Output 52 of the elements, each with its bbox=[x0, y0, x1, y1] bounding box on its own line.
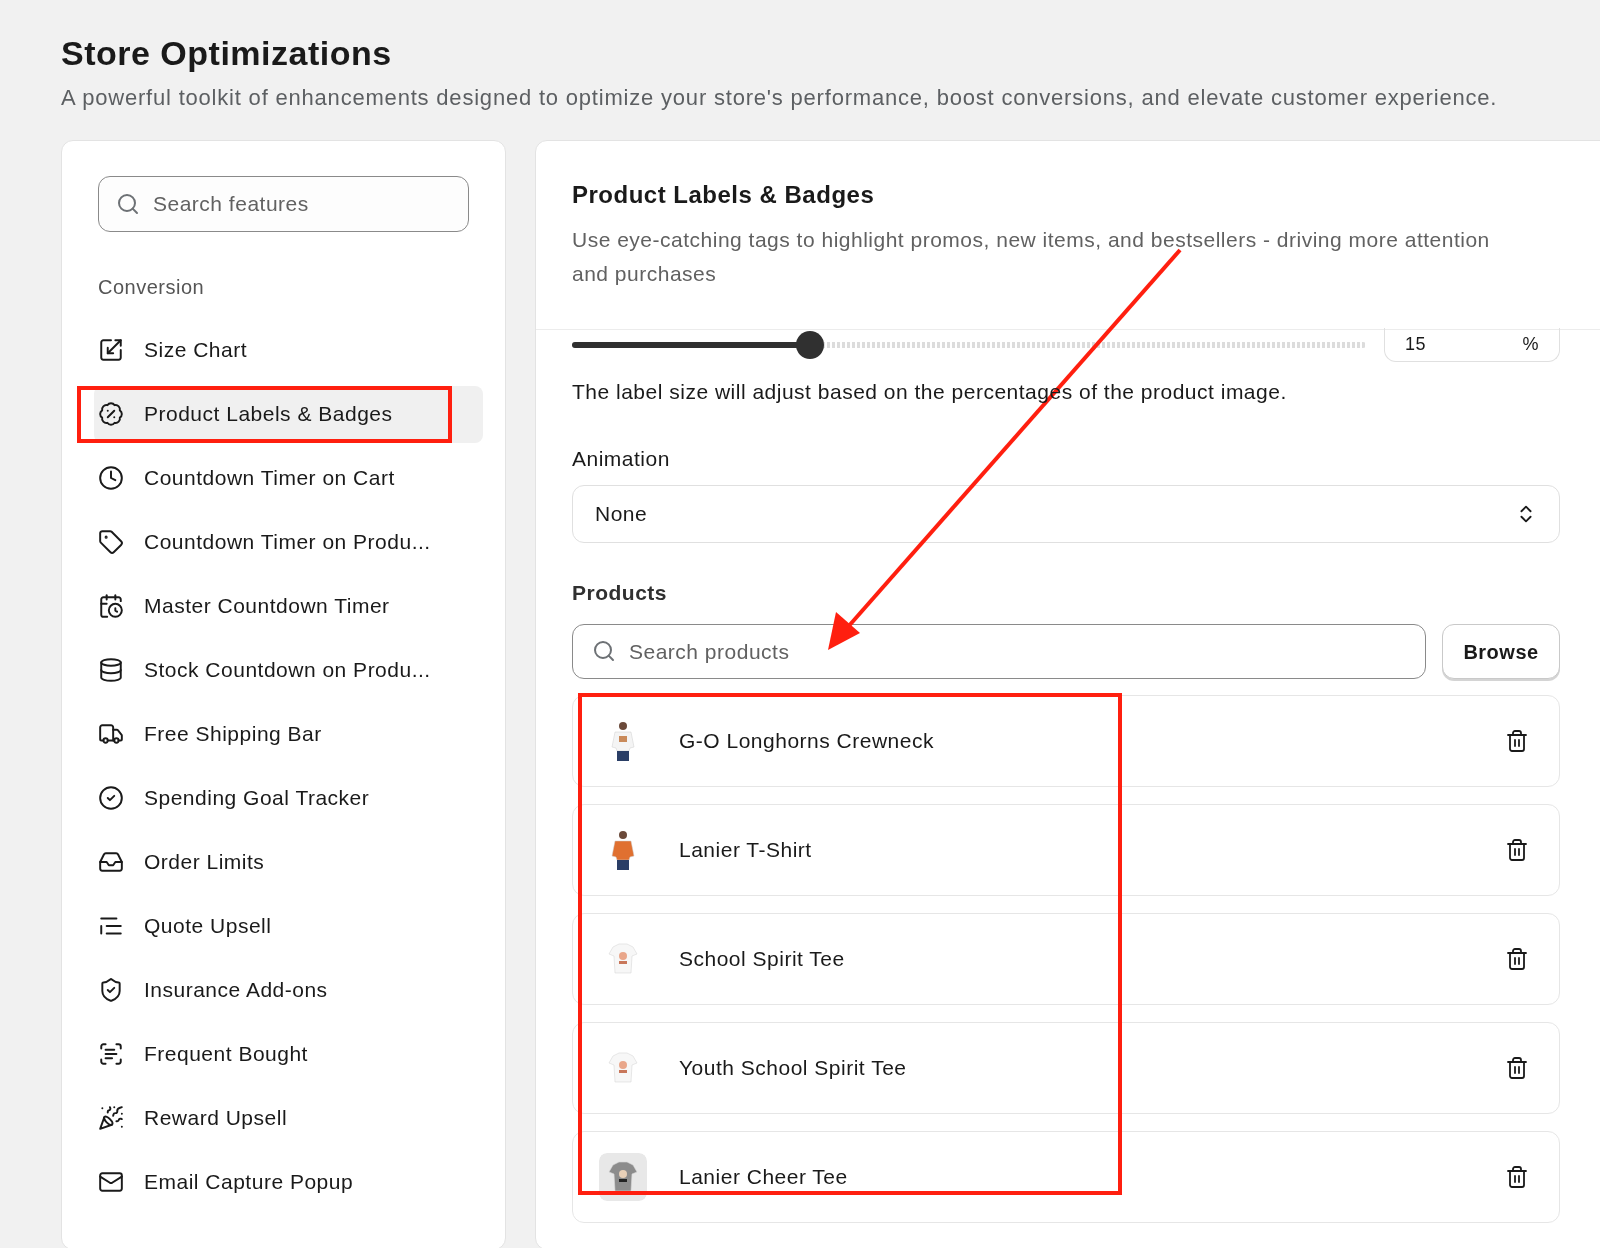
sidebar-item[interactable]: Frequent Bought bbox=[94, 1025, 483, 1083]
shield-check-icon bbox=[98, 977, 124, 1003]
product-name: Lanier T-Shirt bbox=[679, 837, 813, 864]
slider-thumb[interactable] bbox=[796, 330, 825, 359]
tag-icon bbox=[98, 529, 124, 555]
product-name: Lanier Cheer Tee bbox=[679, 1164, 849, 1191]
search-icon bbox=[592, 639, 616, 663]
resize-icon bbox=[98, 337, 124, 363]
panel-description: Use eye-catching tags to highlight promos, new items, and bestsellers - driving more attention and purchases bbox=[572, 226, 1491, 287]
animation-select[interactable]: None bbox=[572, 484, 1560, 543]
sidebar-item[interactable]: Email Capture Popup bbox=[94, 1153, 483, 1211]
percent-badge-icon bbox=[98, 401, 124, 427]
sidebar-item[interactable]: Free Shipping Bar bbox=[94, 705, 483, 763]
delete-icon[interactable] bbox=[1505, 729, 1529, 753]
delete-icon[interactable] bbox=[1505, 1056, 1529, 1080]
product-search-field[interactable]: Search products bbox=[572, 624, 1426, 679]
sidebar-item[interactable]: Reward Upsell bbox=[94, 1089, 483, 1147]
mail-icon bbox=[98, 1169, 124, 1195]
delete-icon[interactable] bbox=[1505, 838, 1529, 862]
sidebar-item[interactable]: Order Limits bbox=[94, 833, 483, 891]
product-name: G-O Longhorns Crewneck bbox=[679, 728, 935, 755]
calendar-clock-icon bbox=[98, 593, 124, 619]
sidebar-item[interactable]: Countdown Timer on Cart bbox=[94, 449, 483, 507]
page-subtitle: A powerful toolkit of enhancements designed to optimize your store's performance, boost conversions, and elevate customer experience. bbox=[61, 83, 1499, 112]
inbox-icon bbox=[98, 849, 124, 875]
truck-icon bbox=[98, 721, 124, 747]
product-name: School Spirit Tee bbox=[679, 946, 846, 973]
size-input[interactable]: 15 % bbox=[1384, 327, 1560, 362]
sidebar-item[interactable]: Stock Countdown on Produ... bbox=[94, 641, 483, 699]
animation-label: Animation bbox=[572, 446, 671, 472]
database-icon bbox=[98, 657, 124, 683]
delete-icon[interactable] bbox=[1505, 947, 1529, 971]
scan-icon bbox=[98, 1041, 124, 1067]
products-label: Products bbox=[572, 579, 668, 606]
page-title: Store Optimizations bbox=[61, 33, 393, 74]
clock-icon bbox=[98, 465, 124, 491]
sidebar-item[interactable]: Insurance Add-ons bbox=[94, 961, 483, 1019]
sidebar-item[interactable]: Quote Upsell bbox=[94, 897, 483, 955]
browse-button[interactable]: Browse bbox=[1442, 624, 1560, 679]
sidebar-item[interactable]: Countdown Timer on Produ... bbox=[94, 513, 483, 571]
section-heading: Conversion bbox=[98, 274, 206, 300]
party-popper-icon bbox=[98, 1105, 124, 1131]
sidebar-item[interactable]: Size Chart bbox=[94, 321, 483, 379]
panel-title: Product Labels & Badges bbox=[572, 179, 876, 210]
sidebar-item[interactable]: Spending Goal Tracker bbox=[94, 769, 483, 827]
search-icon bbox=[116, 191, 140, 216]
search-field[interactable]: Search features bbox=[98, 175, 469, 232]
delete-icon[interactable] bbox=[1505, 1165, 1529, 1189]
sidebar-item[interactable]: Master Countdown Timer bbox=[94, 577, 483, 635]
product-name: Youth School Spirit Tee bbox=[679, 1055, 908, 1082]
size-slider[interactable] bbox=[572, 330, 1366, 359]
check-circle-icon bbox=[98, 785, 124, 811]
